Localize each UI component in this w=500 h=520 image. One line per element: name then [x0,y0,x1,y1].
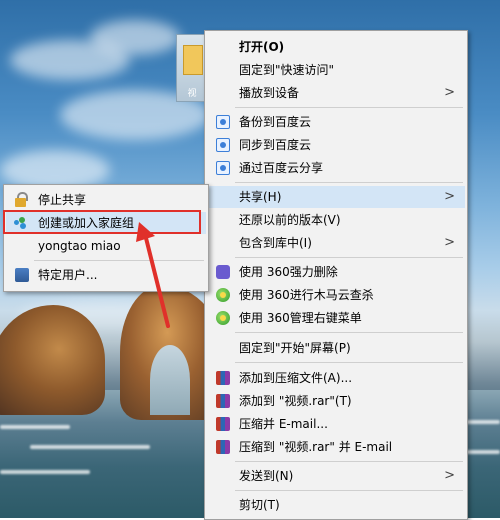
menu-separator [34,260,204,261]
menu-item-share[interactable]: 共享(H) > [207,186,465,208]
chevron-right-icon: > [444,189,455,204]
360-security-icon [216,311,230,325]
submenu-item-user[interactable]: yongtao miao [6,235,206,257]
menu-item-label: 使用 360强力删除 [239,265,338,279]
context-menu: 打开(O) 固定到"快速访问" 播放到设备 > 备份到百度云 同步到百度云 通过… [204,30,468,520]
baidu-cloud-icon [216,115,230,129]
winrar-icon [216,417,230,431]
menu-item-label: 发送到(N) [239,469,294,483]
menu-item-label: 播放到设备 [239,86,300,100]
menu-item-label: 共享(H) [239,190,282,204]
baidu-cloud-icon [216,138,230,152]
chevron-right-icon: > [444,85,455,100]
menu-item-sync-baidu[interactable]: 同步到百度云 [207,134,465,156]
menu-item-label: 压缩到 "视频.rar" 并 E-mail [239,440,393,454]
menu-separator [235,461,463,462]
chevron-right-icon: > [444,235,455,250]
menu-separator [235,182,463,183]
menu-item-label: 打开(O) [239,40,285,54]
menu-item-label: 剪切(T) [239,498,280,512]
menu-item-label: 固定到"开始"屏幕(P) [239,341,351,355]
menu-item-label: 停止共享 [38,193,87,207]
menu-item-360-force-delete[interactable]: 使用 360强力删除 [207,261,465,283]
menu-item-label: 通过百度云分享 [239,161,324,175]
submenu-item-stop-sharing[interactable]: 停止共享 [6,189,206,211]
menu-item-add-to-rar[interactable]: 添加到 "视频.rar"(T) [207,390,465,412]
menu-item-pin-start[interactable]: 固定到"开始"屏幕(P) [207,337,465,359]
menu-item-compress-email[interactable]: 压缩并 E-mail... [207,413,465,435]
menu-separator [235,257,463,258]
menu-item-cast-to-device[interactable]: 播放到设备 > [207,82,465,104]
menu-item-cut[interactable]: 剪切(T) [207,494,465,516]
winrar-icon [216,371,230,385]
menu-item-label: 添加到压缩文件(A)... [239,371,353,385]
menu-item-360-trojan-scan[interactable]: 使用 360进行木马云查杀 [207,284,465,306]
menu-item-label: 使用 360进行木马云查杀 [239,288,374,302]
menu-item-label: 压缩并 E-mail... [239,417,328,431]
menu-item-label: 特定用户... [38,268,98,282]
menu-item-360-manage-menu[interactable]: 使用 360管理右键菜单 [207,307,465,329]
menu-item-include-library[interactable]: 包含到库中(I) > [207,232,465,254]
winrar-icon [216,394,230,408]
menu-item-compress-rar-email[interactable]: 压缩到 "视频.rar" 并 E-mail [207,436,465,458]
menu-item-label: 还原以前的版本(V) [239,213,341,227]
menu-item-restore-versions[interactable]: 还原以前的版本(V) [207,209,465,231]
desktop-icon-label: 视 [187,89,197,99]
users-icon [15,268,29,282]
menu-item-send-to[interactable]: 发送到(N) > [207,465,465,487]
menu-item-label: 包含到库中(I) [239,236,312,250]
rock-arch [150,345,190,415]
360-delete-icon [216,265,230,279]
menu-separator [235,490,463,491]
menu-separator [235,107,463,108]
folder-icon [183,45,203,75]
menu-separator [235,332,463,333]
submenu-item-specific-users[interactable]: 特定用户... [6,264,206,286]
lock-icon [15,198,26,207]
winrar-icon [216,440,230,454]
rock-formation-left [0,305,105,415]
baidu-cloud-icon [216,161,230,175]
menu-item-backup-baidu[interactable]: 备份到百度云 [207,111,465,133]
menu-item-label: 同步到百度云 [239,138,312,152]
menu-item-label: yongtao miao [38,239,121,253]
annotation-highlight-box [3,210,201,234]
share-submenu: 停止共享 创建或加入家庭组 yongtao miao 特定用户... [3,184,209,292]
menu-item-label: 备份到百度云 [239,115,312,129]
menu-item-add-archive[interactable]: 添加到压缩文件(A)... [207,367,465,389]
menu-separator [235,362,463,363]
menu-item-open[interactable]: 打开(O) [207,36,465,58]
menu-item-label: 添加到 "视频.rar"(T) [239,394,352,408]
360-security-icon [216,288,230,302]
menu-item-pin-quick-access[interactable]: 固定到"快速访问" [207,59,465,81]
menu-item-label: 使用 360管理右键菜单 [239,311,362,325]
menu-item-label: 固定到"快速访问" [239,63,335,77]
menu-item-share-baidu[interactable]: 通过百度云分享 [207,157,465,179]
chevron-right-icon: > [444,468,455,483]
